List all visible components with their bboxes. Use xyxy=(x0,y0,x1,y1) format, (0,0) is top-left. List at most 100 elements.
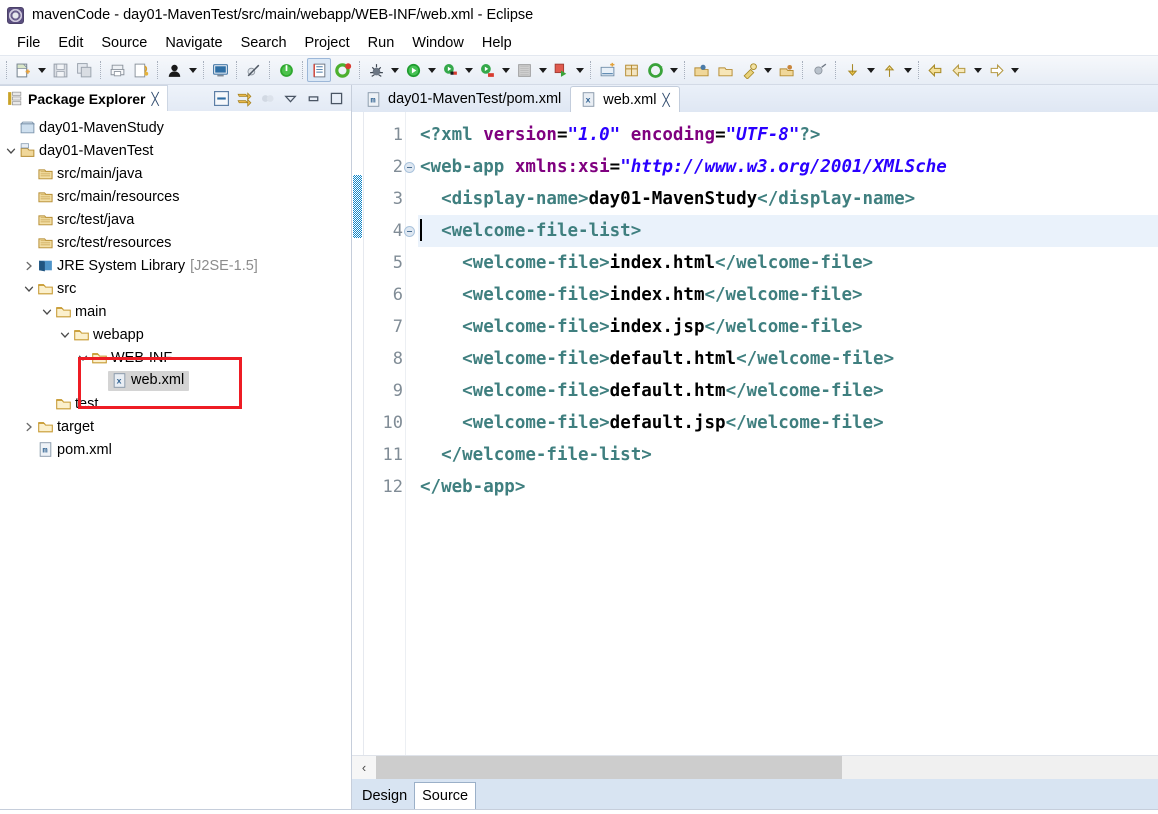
refresh-task-icon[interactable] xyxy=(331,58,355,82)
chevron-right-icon[interactable] xyxy=(22,259,36,273)
view-menu-focus-icon[interactable] xyxy=(258,89,277,108)
menu-project[interactable]: Project xyxy=(296,33,359,53)
tree-item-target[interactable]: target xyxy=(0,415,351,438)
fold-collapse-icon[interactable] xyxy=(404,226,415,237)
tab-package-explorer[interactable]: Package Explorer ╳ xyxy=(0,85,168,111)
tree-entry[interactable]: src/test/resources xyxy=(36,234,171,251)
editor-horizontal-scrollbar[interactable]: ‹ xyxy=(352,755,1158,779)
menu-window[interactable]: Window xyxy=(403,33,473,53)
save-all-icon[interactable] xyxy=(72,58,96,82)
chevron-down-icon[interactable] xyxy=(499,58,512,82)
code-line[interactable]: <welcome-file>index.jsp</welcome-file> xyxy=(418,311,1158,343)
code-line[interactable]: <welcome-file>default.htm</welcome-file> xyxy=(418,375,1158,407)
menu-run[interactable]: Run xyxy=(359,33,404,53)
user-icon[interactable] xyxy=(162,58,186,82)
code-content[interactable]: <?xml version="1.0" encoding="UTF-8"?> <w… xyxy=(418,112,1158,755)
tree-item-day01-maventest[interactable]: day01-MavenTest xyxy=(0,139,351,162)
open-resource-icon[interactable] xyxy=(713,58,737,82)
code-line[interactable]: </web-app> xyxy=(418,471,1158,503)
close-icon[interactable]: ╳ xyxy=(662,93,669,107)
chevron-down-icon[interactable] xyxy=(536,58,549,82)
chevron-down-icon[interactable] xyxy=(425,58,438,82)
tree-item-day01-mavenstudy[interactable]: day01-MavenStudy xyxy=(0,116,351,139)
tree-entry[interactable]: src xyxy=(36,280,76,297)
collapse-all-icon[interactable] xyxy=(212,89,231,108)
selected-tree-entry[interactable]: x web.xml xyxy=(108,370,190,391)
forward-history-icon[interactable] xyxy=(984,58,1008,82)
power-icon[interactable] xyxy=(274,58,298,82)
next-annotation-icon[interactable] xyxy=(840,58,864,82)
chevron-down-icon[interactable] xyxy=(573,58,586,82)
chevron-down-icon[interactable] xyxy=(35,58,48,82)
code-line[interactable]: <?xml version="1.0" encoding="UTF-8"?> xyxy=(418,119,1158,151)
tree-item-src[interactable]: src xyxy=(0,277,351,300)
page-tab-source[interactable]: Source xyxy=(414,782,477,809)
tree-item-webapp[interactable]: webapp xyxy=(0,323,351,346)
fold-collapse-icon[interactable] xyxy=(404,162,415,173)
run-icon[interactable] xyxy=(401,58,425,82)
tree-item-jre system library[interactable]: JRE System Library [J2SE-1.5] xyxy=(0,254,351,277)
chevron-down-icon[interactable] xyxy=(22,282,36,296)
open-task-icon[interactable] xyxy=(307,58,331,82)
tree-entry[interactable]: WEB-INF xyxy=(90,349,172,366)
tree-item-web-xml[interactable]: x web.xml xyxy=(0,369,351,392)
tree-entry[interactable]: day01-MavenTest xyxy=(18,142,153,159)
print-icon[interactable] xyxy=(105,58,129,82)
editor-tab-web-xml[interactable]: x web.xml ╳ xyxy=(570,86,680,112)
menu-search[interactable]: Search xyxy=(232,33,296,53)
save-icon[interactable] xyxy=(48,58,72,82)
page-tab-design[interactable]: Design xyxy=(355,782,414,809)
chevron-down-icon[interactable] xyxy=(667,58,680,82)
code-line[interactable]: <welcome-file>index.htm</welcome-file> xyxy=(418,279,1158,311)
pin-editor-icon[interactable] xyxy=(807,58,831,82)
chevron-down-icon[interactable] xyxy=(58,328,72,342)
previous-annotation-icon[interactable] xyxy=(877,58,901,82)
coverage-icon[interactable] xyxy=(475,58,499,82)
scrollbar-track[interactable] xyxy=(376,756,1158,779)
menu-edit[interactable]: Edit xyxy=(49,33,92,53)
folding-strip[interactable] xyxy=(406,112,418,755)
scroll-left-icon[interactable]: ‹ xyxy=(352,756,376,779)
chevron-down-icon[interactable] xyxy=(388,58,401,82)
chevron-down-icon[interactable] xyxy=(901,58,914,82)
back-icon[interactable] xyxy=(923,58,947,82)
chevron-right-icon[interactable] xyxy=(22,420,36,434)
skip-breakpoints-icon[interactable] xyxy=(241,58,265,82)
tree-entry[interactable]: webapp xyxy=(72,326,144,343)
view-menu-icon[interactable] xyxy=(281,89,300,108)
tree-item-pom-xml[interactable]: m pom.xml xyxy=(0,438,351,461)
quick-access-icon[interactable] xyxy=(129,58,153,82)
code-line[interactable]: <web-app xmlns:xsi="http://www.w3.org/20… xyxy=(418,151,1158,183)
tree-item-web-inf[interactable]: WEB-INF xyxy=(0,346,351,369)
new-wizard-icon[interactable] xyxy=(11,58,35,82)
search-icon[interactable] xyxy=(737,58,761,82)
tree-item-test[interactable]: test xyxy=(0,392,351,415)
new-annotation-icon[interactable] xyxy=(643,58,667,82)
menu-help[interactable]: Help xyxy=(473,33,521,53)
scrollbar-thumb[interactable] xyxy=(376,756,842,779)
chevron-down-icon[interactable] xyxy=(761,58,774,82)
chevron-down-icon[interactable] xyxy=(1008,58,1021,82)
tree-entry[interactable]: src/main/resources xyxy=(36,188,179,205)
chevron-down-icon[interactable] xyxy=(4,144,18,158)
chevron-down-icon[interactable] xyxy=(971,58,984,82)
menu-source[interactable]: Source xyxy=(92,33,156,53)
code-line[interactable]: <welcome-file>index.html</welcome-file> xyxy=(418,247,1158,279)
debug-icon[interactable] xyxy=(364,58,388,82)
tree-item-src-main-java[interactable]: src/main/java xyxy=(0,162,351,185)
tree-entry[interactable]: target xyxy=(36,418,94,435)
tree-entry[interactable]: src/main/java xyxy=(36,165,142,182)
code-line[interactable]: <welcome-file>default.jsp</welcome-file> xyxy=(418,407,1158,439)
new-java-project-icon[interactable] xyxy=(595,58,619,82)
minimize-icon[interactable] xyxy=(304,89,323,108)
run-external-tools-icon[interactable] xyxy=(438,58,462,82)
open-type-icon[interactable] xyxy=(689,58,713,82)
chevron-down-icon[interactable] xyxy=(76,351,90,365)
tree-item-src-test-java[interactable]: src/test/java xyxy=(0,208,351,231)
code-line[interactable]: <welcome-file>default.html</welcome-file… xyxy=(418,343,1158,375)
code-line[interactable]: <display-name>day01-MavenStudy</display-… xyxy=(418,183,1158,215)
tree-item-main[interactable]: main xyxy=(0,300,351,323)
new-package-icon[interactable] xyxy=(619,58,643,82)
code-line[interactable]: <welcome-file-list> xyxy=(418,215,1158,247)
run-server-icon[interactable] xyxy=(549,58,573,82)
